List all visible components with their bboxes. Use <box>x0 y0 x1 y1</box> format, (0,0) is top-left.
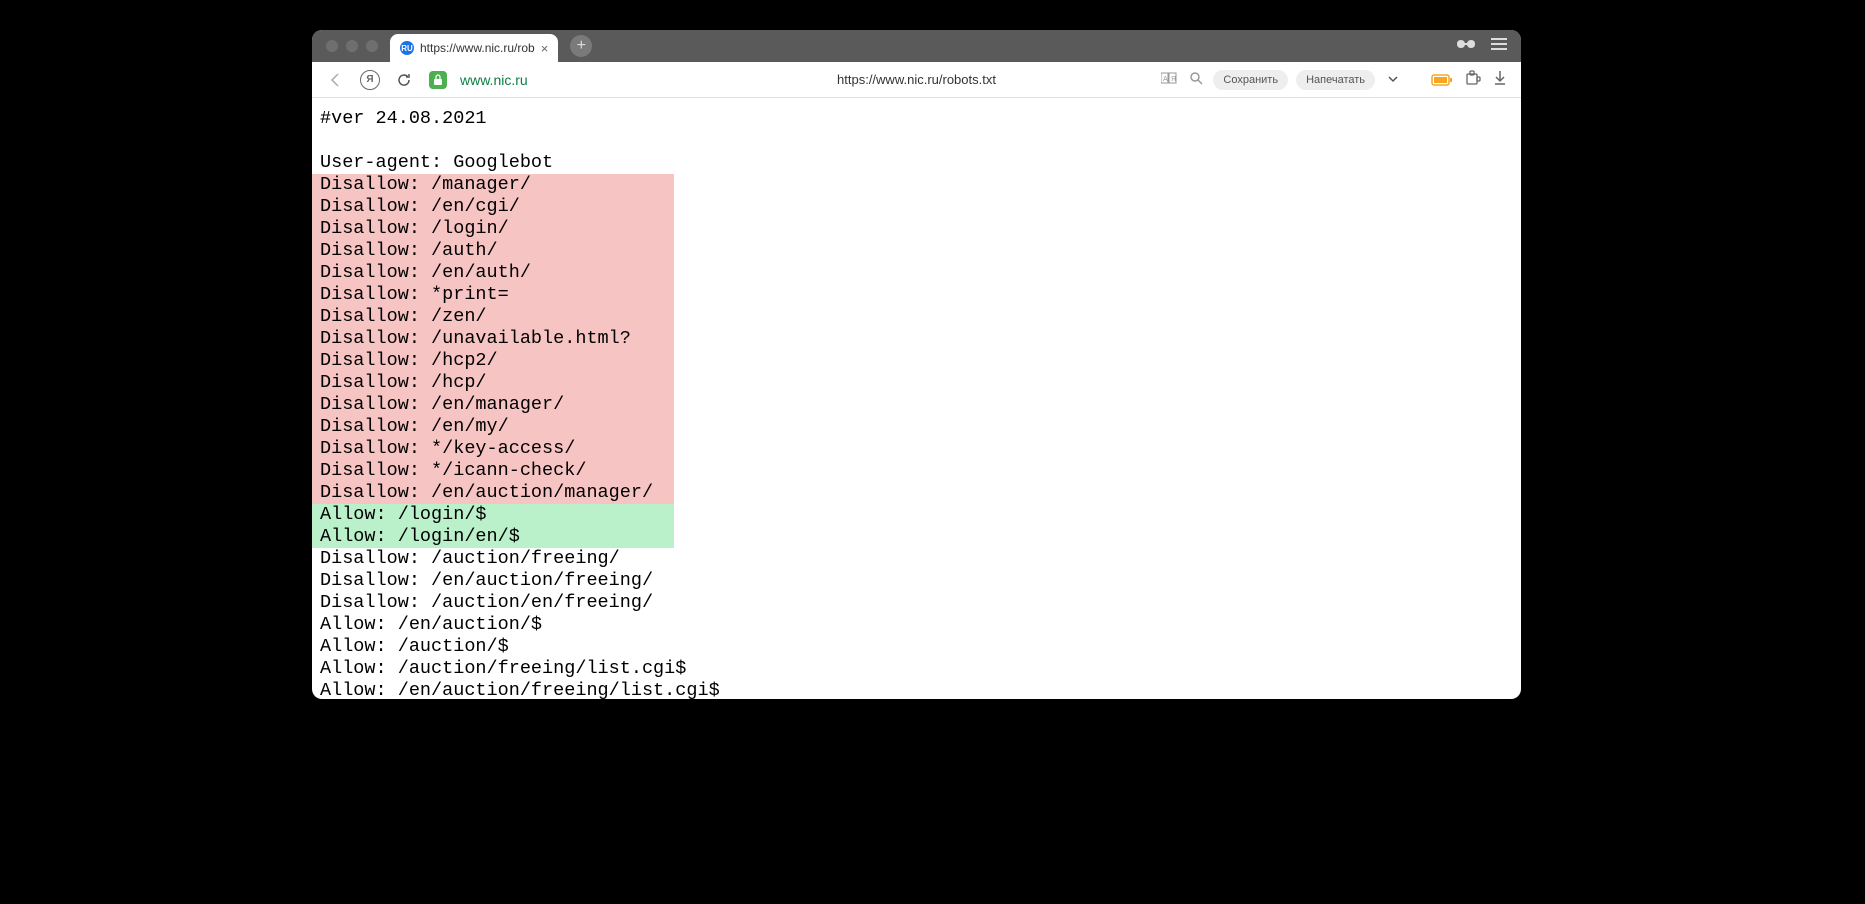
text-line: Allow: /login/$ <box>312 504 1521 526</box>
browser-tab[interactable]: RU https://www.nic.ru/rob × <box>390 34 558 62</box>
tab-bar-right <box>1455 37 1521 56</box>
text-line: Allow: /auction/$ <box>312 636 1521 658</box>
yandex-home-button[interactable]: Я <box>358 68 382 92</box>
text-line: Disallow: /en/manager/ <box>312 394 1521 416</box>
text-line: Disallow: /hcp/ <box>312 372 1521 394</box>
incognito-icon[interactable] <box>1455 37 1477 55</box>
new-tab-button[interactable]: + <box>570 35 592 57</box>
browser-window: RU https://www.nic.ru/rob × + Я <box>312 30 1521 699</box>
back-button[interactable] <box>324 68 348 92</box>
address-bar: Я www.nic.ru https://www.nic.ru/robots.t… <box>312 62 1521 98</box>
text-line: Allow: /login/en/$ <box>312 526 1521 548</box>
actions-dropdown[interactable] <box>1383 72 1403 88</box>
text-line: Disallow: /en/auth/ <box>312 262 1521 284</box>
text-line: Disallow: /hcp2/ <box>312 350 1521 372</box>
save-button[interactable]: Сохранить <box>1213 70 1288 90</box>
text-line: Disallow: /en/cgi/ <box>312 196 1521 218</box>
page-content: #ver 24.08.2021User-agent: GooglebotDisa… <box>312 98 1521 699</box>
text-line: User-agent: Googlebot <box>312 152 1521 174</box>
text-line: Disallow: */key-access/ <box>312 438 1521 460</box>
battery-icon <box>1429 72 1455 88</box>
text-line: #ver 24.08.2021 <box>312 108 1521 130</box>
search-icon[interactable] <box>1187 69 1205 90</box>
window-maximize-button[interactable] <box>366 40 378 52</box>
text-line: Disallow: *print= <box>312 284 1521 306</box>
address-bar-right: AЯ Сохранить Напечатать <box>1159 68 1509 91</box>
tab-bar: RU https://www.nic.ru/rob × + <box>312 30 1521 62</box>
menu-icon[interactable] <box>1491 37 1507 56</box>
window-controls <box>312 40 378 52</box>
text-line: Disallow: */icann-check/ <box>312 460 1521 482</box>
extensions-icon[interactable] <box>1463 68 1483 91</box>
translate-icon[interactable]: AЯ <box>1159 69 1179 90</box>
tab-title: https://www.nic.ru/rob <box>420 41 535 55</box>
text-line: Disallow: /en/auction/freeing/ <box>312 570 1521 592</box>
text-line: Disallow: /auth/ <box>312 240 1521 262</box>
downloads-icon[interactable] <box>1491 68 1509 91</box>
tab-close-button[interactable]: × <box>541 41 549 56</box>
text-line: Disallow: /zen/ <box>312 306 1521 328</box>
window-close-button[interactable] <box>326 40 338 52</box>
site-lock-icon[interactable] <box>426 68 450 92</box>
text-line: Disallow: /manager/ <box>312 174 1521 196</box>
print-button[interactable]: Напечатать <box>1296 70 1375 90</box>
text-line: Allow: /en/auction/freeing/list.cgi$ <box>312 680 1521 699</box>
text-line: Disallow: /en/my/ <box>312 416 1521 438</box>
text-line <box>312 130 1521 152</box>
tab-favicon: RU <box>400 41 414 55</box>
svg-text:Я: Я <box>1171 76 1176 83</box>
window-minimize-button[interactable] <box>346 40 358 52</box>
text-line: Disallow: /auction/en/freeing/ <box>312 592 1521 614</box>
page-title: https://www.nic.ru/robots.txt <box>837 72 996 87</box>
text-line: Allow: /en/auction/$ <box>312 614 1521 636</box>
svg-text:A: A <box>1163 76 1168 83</box>
text-line: Disallow: /en/auction/manager/ <box>312 482 1521 504</box>
url-text[interactable]: www.nic.ru <box>460 72 528 88</box>
text-line: Disallow: /login/ <box>312 218 1521 240</box>
text-line: Disallow: /unavailable.html? <box>312 328 1521 350</box>
text-line: Allow: /auction/freeing/list.cgi$ <box>312 658 1521 680</box>
text-line: Disallow: /auction/freeing/ <box>312 548 1521 570</box>
reload-button[interactable] <box>392 68 416 92</box>
